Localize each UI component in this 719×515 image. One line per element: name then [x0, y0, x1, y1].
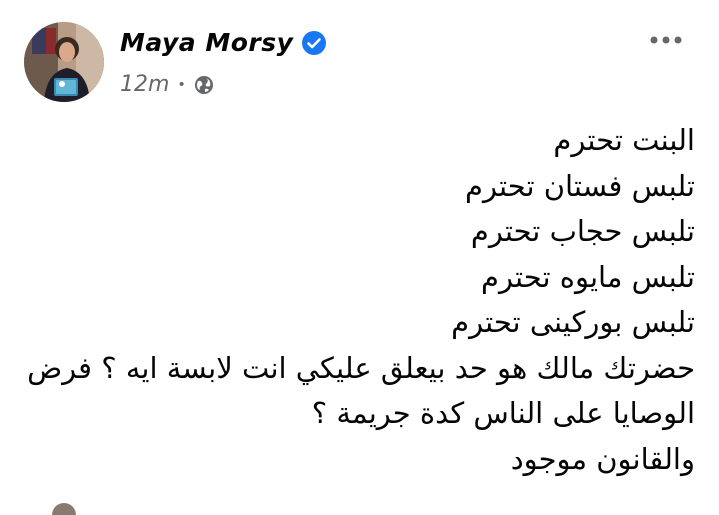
author-info: Maya Morsy	[120, 28, 327, 57]
facebook-post: Maya Morsy 12m • البنت تحترم تلبس فستان …	[0, 0, 719, 515]
post-line: تلبس فستان تحترم	[465, 168, 695, 203]
post-line: تلبس حجاب تحترم	[470, 214, 695, 248]
post-line: الوصايا على الناس كدة جريمة ؟	[311, 396, 695, 430]
post-line: حضرتك مالك هو حد بيعلق عليكي انت لابسة ا…	[27, 350, 695, 385]
author-name[interactable]: Maya Morsy	[120, 28, 293, 57]
post-meta: 12m •	[120, 72, 214, 97]
author-avatar[interactable]	[24, 22, 104, 102]
post-line: تلبس مايوه تحترم	[481, 259, 695, 294]
globe-icon[interactable]	[194, 75, 214, 95]
reaction-avatar	[52, 503, 76, 515]
verified-badge-icon	[301, 30, 327, 56]
more-options-icon	[650, 36, 682, 44]
more-options-button[interactable]	[646, 28, 686, 52]
post-header: Maya Morsy 12m •	[24, 22, 696, 104]
post-body: البنت تحترم تلبس فستان تحترم تلبس حجاب ت…	[23, 118, 695, 482]
avatar-photo	[24, 22, 104, 102]
meta-separator: •	[177, 76, 186, 93]
post-timestamp[interactable]: 12m	[120, 72, 169, 97]
post-line: والقانون موجود	[510, 441, 695, 476]
post-line: البنت تحترم	[553, 123, 695, 157]
post-line: تلبس بوركينى تحترم	[451, 305, 695, 339]
